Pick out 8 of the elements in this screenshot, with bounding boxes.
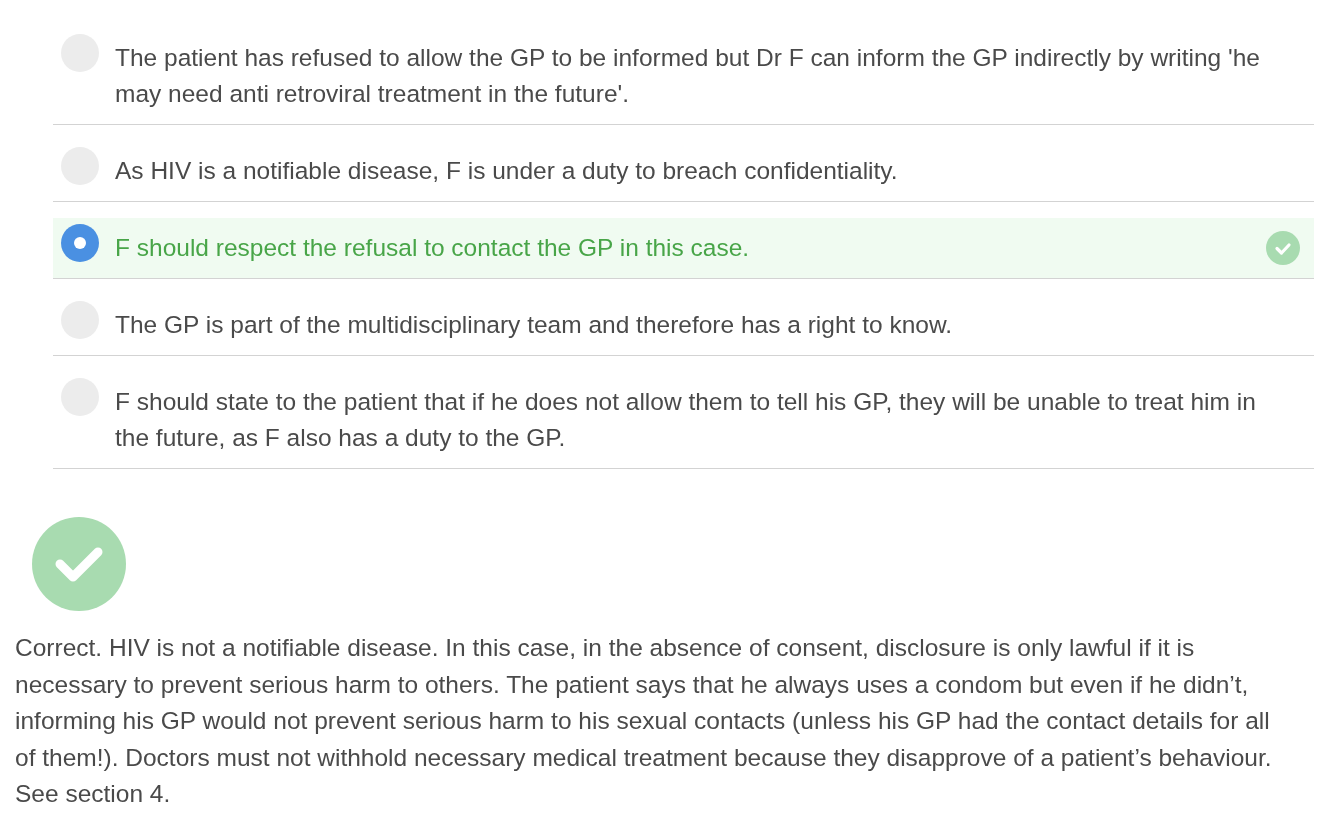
answer-text: The patient has refused to allow the GP to be informed but Dr F can inform the GP indirectly by writing 'he may need anti retroviral treatment in the future'. [115,43,1261,109]
check-circle-icon [1266,231,1300,265]
answer-text: The GP is part of the multidisciplinary team and therefore has a right to know. [115,310,953,340]
answer-text: F should respect the refusal to contact the GP in this case. [115,233,750,263]
feedback-text: Correct. HIV is not a notifiable disease. In this case, in the absence of consent, disclosure is only lawful if it is necessary to prevent serious harm to others. The patient says that he always uses a condom but even if he didn’t, informing his GP would not prevent serious harm to his sexual contacts (unless his GP had the contact details for all of them!). Doctors must not withhold necessary medical treatment because they disapprove of a patient’s behaviour. See section 4. [15,633,1273,810]
answer-text: As HIV is a notifiable disease, F is under a duty to breach confidentiality. [115,156,898,186]
radio-button[interactable] [61,224,99,262]
answer-text: F should state to the patient that if he does not allow them to tell his GP, they will be unable to treat him in the future, as F also has a duty to the GP. [115,387,1257,453]
